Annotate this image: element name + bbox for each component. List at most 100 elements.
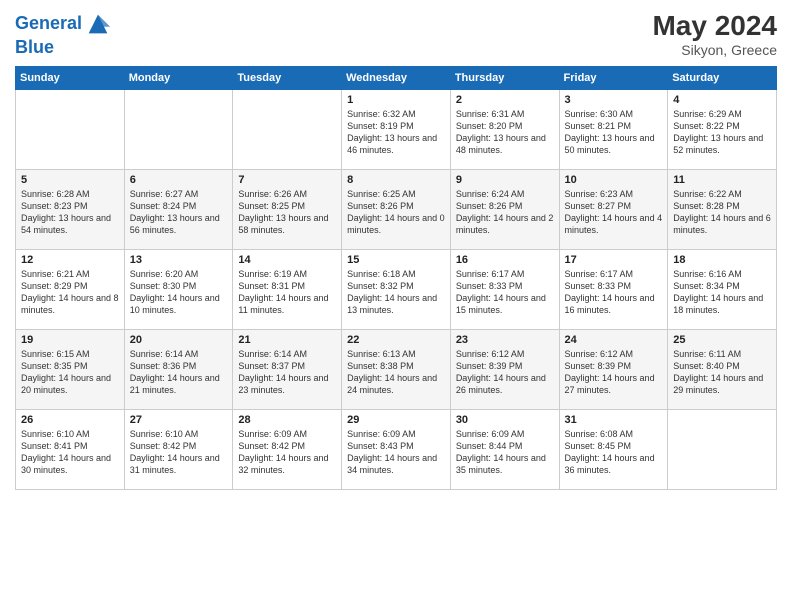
day-number: 19 bbox=[21, 334, 119, 346]
day-number: 28 bbox=[238, 414, 336, 426]
header: General Blue May 2024 Sikyon, Greece bbox=[15, 10, 777, 58]
day-number: 18 bbox=[673, 254, 771, 266]
day-info: Sunrise: 6:29 AMSunset: 8:22 PMDaylight:… bbox=[673, 108, 771, 157]
day-number: 9 bbox=[456, 174, 554, 186]
day-number: 10 bbox=[565, 174, 663, 186]
day-number: 29 bbox=[347, 414, 445, 426]
day-number: 17 bbox=[565, 254, 663, 266]
calendar: Sunday Monday Tuesday Wednesday Thursday… bbox=[15, 66, 777, 490]
day-number: 13 bbox=[130, 254, 228, 266]
calendar-cell bbox=[668, 410, 777, 490]
calendar-cell: 24 Sunrise: 6:12 AMSunset: 8:39 PMDayligh… bbox=[559, 330, 668, 410]
col-monday: Monday bbox=[124, 67, 233, 90]
day-number: 30 bbox=[456, 414, 554, 426]
calendar-cell: 19 Sunrise: 6:15 AMSunset: 8:35 PMDayligh… bbox=[16, 330, 125, 410]
calendar-cell bbox=[16, 90, 125, 170]
day-number: 25 bbox=[673, 334, 771, 346]
calendar-cell: 12 Sunrise: 6:21 AMSunset: 8:29 PMDayligh… bbox=[16, 250, 125, 330]
calendar-cell: 7Sunrise: 6:26 AMSunset: 8:25 PMDaylight… bbox=[233, 170, 342, 250]
day-info: Sunrise: 6:09 AMSunset: 8:42 PMDaylight:… bbox=[238, 428, 336, 477]
col-saturday: Saturday bbox=[668, 67, 777, 90]
calendar-cell bbox=[233, 90, 342, 170]
day-info: Sunrise: 6:28 AMSunset: 8:23 PMDaylight:… bbox=[21, 188, 119, 237]
day-number: 16 bbox=[456, 254, 554, 266]
day-info: Sunrise: 6:09 AMSunset: 8:43 PMDaylight:… bbox=[347, 428, 445, 477]
day-info: Sunrise: 6:10 AMSunset: 8:41 PMDaylight:… bbox=[21, 428, 119, 477]
calendar-cell bbox=[124, 90, 233, 170]
calendar-cell: 21 Sunrise: 6:14 AMSunset: 8:37 PMDayligh… bbox=[233, 330, 342, 410]
calendar-cell: 3Sunrise: 6:30 AMSunset: 8:21 PMDaylight… bbox=[559, 90, 668, 170]
day-info: Sunrise: 6:21 AMSunset: 8:29 PMDaylight:… bbox=[21, 268, 119, 317]
calendar-cell: 29 Sunrise: 6:09 AMSunset: 8:43 PMDayligh… bbox=[342, 410, 451, 490]
day-number: 11 bbox=[673, 174, 771, 186]
calendar-cell: 14Sunrise: 6:19 AMSunset: 8:31 PMDayligh… bbox=[233, 250, 342, 330]
day-number: 5 bbox=[21, 174, 119, 186]
title-section: May 2024 Sikyon, Greece bbox=[652, 10, 777, 58]
day-info: Sunrise: 6:12 AMSunset: 8:39 PMDaylight:… bbox=[456, 348, 554, 397]
day-info: Sunrise: 6:25 AMSunset: 8:26 PMDaylight:… bbox=[347, 188, 445, 237]
logo-text: General bbox=[15, 14, 82, 34]
day-info: Sunrise: 6:17 AMSunset: 8:33 PMDaylight:… bbox=[456, 268, 554, 317]
calendar-week-1: 1Sunrise: 6:32 AMSunset: 8:19 PMDaylight… bbox=[16, 90, 777, 170]
day-info: Sunrise: 6:27 AMSunset: 8:24 PMDaylight:… bbox=[130, 188, 228, 237]
col-thursday: Thursday bbox=[450, 67, 559, 90]
location: Sikyon, Greece bbox=[652, 42, 777, 58]
calendar-cell: 22Sunrise: 6:13 AMSunset: 8:38 PMDayligh… bbox=[342, 330, 451, 410]
day-info: Sunrise: 6:18 AMSunset: 8:32 PMDaylight:… bbox=[347, 268, 445, 317]
calendar-header: Sunday Monday Tuesday Wednesday Thursday… bbox=[16, 67, 777, 90]
calendar-cell: 16 Sunrise: 6:17 AMSunset: 8:33 PMDayligh… bbox=[450, 250, 559, 330]
day-info: Sunrise: 6:14 AMSunset: 8:37 PMDaylight:… bbox=[238, 348, 336, 397]
day-info: Sunrise: 6:12 AMSunset: 8:39 PMDaylight:… bbox=[565, 348, 663, 397]
day-info: Sunrise: 6:11 AMSunset: 8:40 PMDaylight:… bbox=[673, 348, 771, 397]
day-number: 27 bbox=[130, 414, 228, 426]
day-info: Sunrise: 6:30 AMSunset: 8:21 PMDaylight:… bbox=[565, 108, 663, 157]
calendar-week-2: 5 Sunrise: 6:28 AMSunset: 8:23 PMDaylight… bbox=[16, 170, 777, 250]
calendar-cell: 23 Sunrise: 6:12 AMSunset: 8:39 PMDayligh… bbox=[450, 330, 559, 410]
logo-icon bbox=[84, 10, 112, 38]
day-info: Sunrise: 6:08 AMSunset: 8:45 PMDaylight:… bbox=[565, 428, 663, 477]
calendar-cell: 6 Sunrise: 6:27 AMSunset: 8:24 PMDaylight… bbox=[124, 170, 233, 250]
calendar-week-4: 19 Sunrise: 6:15 AMSunset: 8:35 PMDayligh… bbox=[16, 330, 777, 410]
day-info: Sunrise: 6:32 AMSunset: 8:19 PMDaylight:… bbox=[347, 108, 445, 157]
calendar-week-3: 12 Sunrise: 6:21 AMSunset: 8:29 PMDayligh… bbox=[16, 250, 777, 330]
calendar-cell: 18Sunrise: 6:16 AMSunset: 8:34 PMDayligh… bbox=[668, 250, 777, 330]
page: General Blue May 2024 Sikyon, Greece Sun… bbox=[0, 0, 792, 612]
calendar-cell: 10 Sunrise: 6:23 AMSunset: 8:27 PMDayligh… bbox=[559, 170, 668, 250]
col-friday: Friday bbox=[559, 67, 668, 90]
day-number: 12 bbox=[21, 254, 119, 266]
calendar-cell: 4Sunrise: 6:29 AMSunset: 8:22 PMDaylight… bbox=[668, 90, 777, 170]
calendar-cell: 11 Sunrise: 6:22 AMSunset: 8:28 PMDayligh… bbox=[668, 170, 777, 250]
logo: General Blue bbox=[15, 10, 112, 58]
day-number: 6 bbox=[130, 174, 228, 186]
day-number: 23 bbox=[456, 334, 554, 346]
day-number: 24 bbox=[565, 334, 663, 346]
day-number: 26 bbox=[21, 414, 119, 426]
day-info: Sunrise: 6:10 AMSunset: 8:42 PMDaylight:… bbox=[130, 428, 228, 477]
day-info: Sunrise: 6:14 AMSunset: 8:36 PMDaylight:… bbox=[130, 348, 228, 397]
day-number: 21 bbox=[238, 334, 336, 346]
calendar-cell: 25 Sunrise: 6:11 AMSunset: 8:40 PMDayligh… bbox=[668, 330, 777, 410]
calendar-week-5: 26 Sunrise: 6:10 AMSunset: 8:41 PMDayligh… bbox=[16, 410, 777, 490]
calendar-cell: 5 Sunrise: 6:28 AMSunset: 8:23 PMDaylight… bbox=[16, 170, 125, 250]
calendar-cell: 1Sunrise: 6:32 AMSunset: 8:19 PMDaylight… bbox=[342, 90, 451, 170]
day-info: Sunrise: 6:23 AMSunset: 8:27 PMDaylight:… bbox=[565, 188, 663, 237]
calendar-cell: 31Sunrise: 6:08 AMSunset: 8:45 PMDayligh… bbox=[559, 410, 668, 490]
logo-blue: Blue bbox=[15, 38, 112, 58]
calendar-cell: 9Sunrise: 6:24 AMSunset: 8:26 PMDaylight… bbox=[450, 170, 559, 250]
day-info: Sunrise: 6:17 AMSunset: 8:33 PMDaylight:… bbox=[565, 268, 663, 317]
month-year: May 2024 bbox=[652, 10, 777, 42]
calendar-cell: 13 Sunrise: 6:20 AMSunset: 8:30 PMDayligh… bbox=[124, 250, 233, 330]
day-info: Sunrise: 6:20 AMSunset: 8:30 PMDaylight:… bbox=[130, 268, 228, 317]
day-info: Sunrise: 6:22 AMSunset: 8:28 PMDaylight:… bbox=[673, 188, 771, 237]
day-info: Sunrise: 6:26 AMSunset: 8:25 PMDaylight:… bbox=[238, 188, 336, 237]
day-number: 14 bbox=[238, 254, 336, 266]
calendar-cell: 15 Sunrise: 6:18 AMSunset: 8:32 PMDayligh… bbox=[342, 250, 451, 330]
day-number: 8 bbox=[347, 174, 445, 186]
calendar-cell: 20Sunrise: 6:14 AMSunset: 8:36 PMDayligh… bbox=[124, 330, 233, 410]
day-number: 15 bbox=[347, 254, 445, 266]
day-info: Sunrise: 6:15 AMSunset: 8:35 PMDaylight:… bbox=[21, 348, 119, 397]
calendar-body: 1Sunrise: 6:32 AMSunset: 8:19 PMDaylight… bbox=[16, 90, 777, 490]
calendar-cell: 28 Sunrise: 6:09 AMSunset: 8:42 PMDayligh… bbox=[233, 410, 342, 490]
day-number: 2 bbox=[456, 94, 554, 106]
day-info: Sunrise: 6:09 AMSunset: 8:44 PMDaylight:… bbox=[456, 428, 554, 477]
